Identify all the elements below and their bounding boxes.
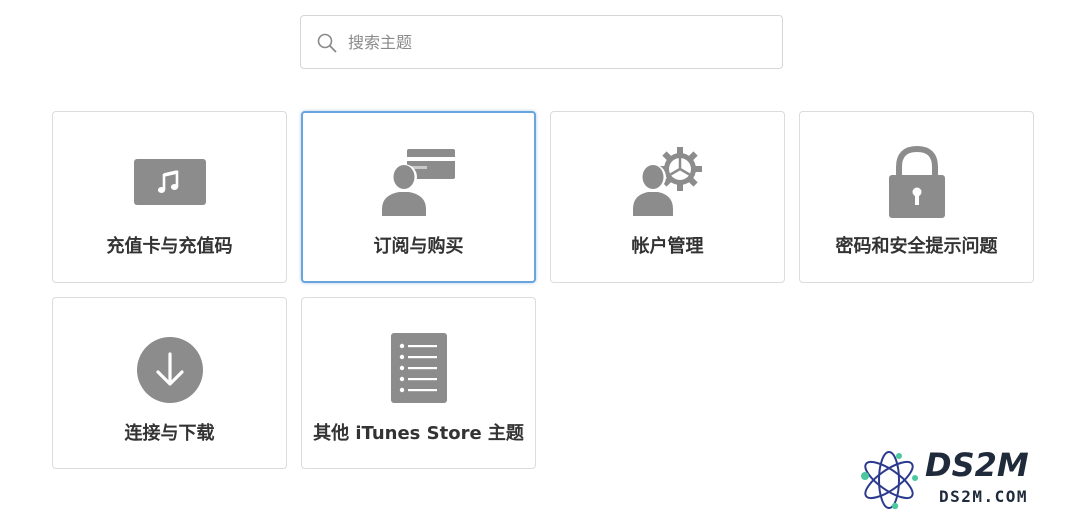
tile-label: 充值卡与充值码	[106, 236, 233, 257]
tile-account-management[interactable]: 帐户管理	[550, 111, 785, 283]
tile-gift-cards[interactable]: 充值卡与充值码	[52, 111, 287, 283]
watermark-logo: DS2M DS2M.COM	[855, 446, 1070, 510]
tile-subscriptions[interactable]: 订阅与购买	[301, 111, 536, 283]
search-icon	[317, 33, 337, 53]
atom-icon	[861, 451, 918, 510]
lock-icon	[877, 144, 957, 220]
search-input[interactable]	[348, 16, 768, 68]
person-gear-icon	[628, 142, 708, 218]
tile-label: 订阅与购买	[373, 236, 464, 257]
music-card-icon	[130, 144, 210, 220]
download-icon	[130, 332, 210, 408]
watermark-subtitle: DS2M.COM	[939, 487, 1028, 506]
list-icon	[379, 330, 459, 406]
tile-label: 帐户管理	[631, 236, 704, 257]
tile-label: 密码和安全提示问题	[835, 236, 998, 257]
tile-label: 连接与下载	[124, 423, 215, 444]
tile-label: 其他 iTunes Store 主题	[313, 423, 524, 444]
person-card-icon	[379, 144, 459, 220]
search-box[interactable]	[300, 15, 783, 69]
tile-connect-download[interactable]: 连接与下载	[52, 297, 287, 469]
tile-other-topics[interactable]: 其他 iTunes Store 主题	[301, 297, 536, 469]
watermark-title: DS2M	[925, 446, 1029, 484]
tile-password-security[interactable]: 密码和安全提示问题	[799, 111, 1034, 283]
